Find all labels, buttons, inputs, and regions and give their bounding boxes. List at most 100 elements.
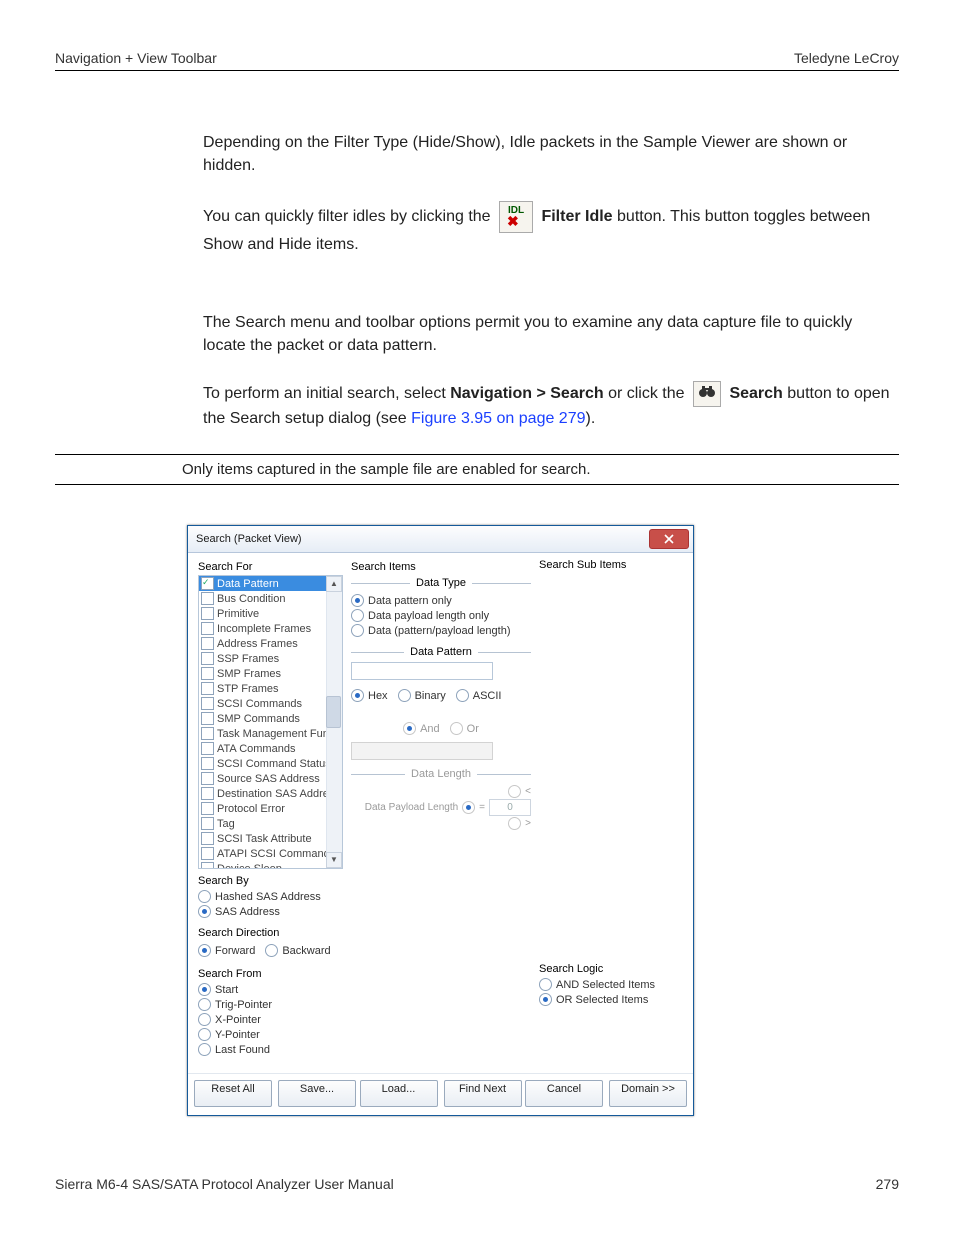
checkbox-icon[interactable]	[201, 622, 214, 635]
list-item-label: Tag	[217, 818, 235, 830]
paragraph-4: To perform an initial search, select Nav…	[203, 381, 899, 430]
search-items-column: Search Items Data Type Data pattern only…	[347, 557, 535, 1067]
checkbox-icon[interactable]	[201, 787, 214, 800]
list-item[interactable]: SSP Frames	[199, 651, 342, 666]
checkbox-icon[interactable]	[201, 652, 214, 665]
radio-from-last[interactable]: Last Found	[198, 1042, 343, 1057]
data-type-legend: Data Type	[410, 577, 472, 589]
radio-eq: =	[462, 800, 485, 815]
checkbox-icon[interactable]	[201, 667, 214, 680]
checkbox-icon[interactable]	[201, 607, 214, 620]
search-for-label: Search For	[198, 561, 343, 573]
list-item[interactable]: STP Frames	[199, 681, 342, 696]
reset-all-button[interactable]: Reset All	[194, 1080, 272, 1107]
list-item[interactable]: SCSI Commands	[199, 696, 342, 711]
checkbox-icon[interactable]	[201, 637, 214, 650]
list-item-label: Incomplete Frames	[217, 623, 311, 635]
list-item[interactable]: Source SAS Address	[199, 771, 342, 786]
checkbox-icon[interactable]	[201, 817, 214, 830]
pattern-input[interactable]	[351, 662, 493, 680]
list-item[interactable]: ATAPI SCSI Command	[199, 846, 342, 861]
scroll-down-icon[interactable]: ▼	[326, 852, 342, 868]
list-item[interactable]: Protocol Error	[199, 801, 342, 816]
dialog-titlebar[interactable]: Search (Packet View)	[188, 526, 693, 553]
list-item[interactable]: Task Management Func	[199, 726, 342, 741]
radio-data-pattern-only[interactable]: Data pattern only	[351, 593, 531, 608]
checkbox-icon[interactable]	[201, 757, 214, 770]
radio-hashed-sas[interactable]: Hashed SAS Address	[198, 889, 343, 904]
load-button[interactable]: Load...	[360, 1080, 438, 1107]
page-header: Navigation + View Toolbar Teledyne LeCro…	[55, 50, 899, 71]
note-separator: Only items captured in the sample file a…	[55, 454, 899, 485]
list-item[interactable]: SCSI Task Attribute	[199, 831, 342, 846]
body-text: Depending on the Filter Type (Hide/Show)…	[203, 131, 899, 430]
checkbox-icon[interactable]	[201, 592, 214, 605]
list-item[interactable]: ATA Commands	[199, 741, 342, 756]
radio-forward[interactable]: Forward	[198, 943, 255, 958]
checkbox-icon[interactable]	[201, 772, 214, 785]
checkbox-icon[interactable]	[201, 847, 214, 860]
radio-from-y[interactable]: Y-Pointer	[198, 1027, 343, 1042]
list-item-label: Primitive	[217, 608, 259, 620]
radio-from-trig[interactable]: Trig-Pointer	[198, 997, 343, 1012]
radio-pattern-payload[interactable]: Data (pattern/payload length)	[351, 623, 531, 638]
scrollbar-thumb[interactable]	[326, 696, 341, 728]
scroll-up-icon[interactable]: ▲	[326, 576, 342, 592]
radio-or: Or	[450, 721, 479, 736]
search-for-listbox[interactable]: Data PatternBus Condition Primitive Incomp…	[198, 575, 343, 869]
dialog-title: Search (Packet View)	[196, 533, 302, 545]
radio-payload-length-only[interactable]: Data payload length only	[351, 608, 531, 623]
list-item-label: Destination SAS Address	[217, 788, 340, 800]
radio-ascii[interactable]: ASCII	[456, 688, 502, 703]
radio-gt: >	[508, 816, 531, 831]
figure-link[interactable]: Figure 3.95 on page 279	[411, 410, 585, 427]
checkbox-icon[interactable]	[201, 862, 214, 869]
radio-sas-address[interactable]: SAS Address	[198, 904, 343, 919]
radio-hex[interactable]: Hex	[351, 688, 388, 703]
radio-from-start[interactable]: Start	[198, 982, 343, 997]
find-next-button[interactable]: Find Next	[444, 1080, 522, 1107]
checkbox-icon[interactable]	[201, 727, 214, 740]
page-footer: Sierra M6-4 SAS/SATA Protocol Analyzer U…	[55, 1176, 899, 1192]
list-item-label: Data Pattern	[217, 578, 279, 590]
cancel-button[interactable]: Cancel	[525, 1080, 603, 1107]
list-item[interactable]: Address Frames	[199, 636, 342, 651]
list-item[interactable]: SMP Frames	[199, 666, 342, 681]
search-logic-label: Search Logic	[539, 963, 683, 975]
list-item-label: SCSI Task Attribute	[217, 833, 312, 845]
list-item[interactable]: Destination SAS Address	[199, 786, 342, 801]
list-item[interactable]: Data Pattern	[199, 576, 342, 591]
list-item[interactable]: SMP Commands	[199, 711, 342, 726]
radio-and-selected[interactable]: AND Selected Items	[539, 977, 683, 992]
list-item[interactable]: Bus Condition	[199, 591, 342, 606]
search-for-column: Search For Data PatternBus Condition Prim…	[194, 557, 347, 1067]
search-sub-items-column: Search Sub Items Search Logic AND Select…	[535, 557, 687, 1067]
search-by-label: Search By	[198, 875, 343, 887]
filter-idle-icon[interactable]: IDL✖	[499, 201, 533, 233]
binoculars-icon[interactable]	[693, 381, 721, 407]
footer-page: 279	[876, 1176, 899, 1192]
radio-binary[interactable]: Binary	[398, 688, 446, 703]
domain-button[interactable]: Domain >>	[609, 1080, 687, 1107]
list-item-label: Address Frames	[217, 638, 298, 650]
radio-or-selected[interactable]: OR Selected Items	[539, 992, 683, 1007]
close-icon[interactable]	[649, 529, 689, 549]
list-item-label: Task Management Func	[217, 728, 334, 740]
list-item-label: ATAPI SCSI Command	[217, 848, 330, 860]
radio-from-x[interactable]: X-Pointer	[198, 1012, 343, 1027]
checkbox-icon[interactable]	[201, 697, 214, 710]
list-item[interactable]: Tag	[199, 816, 342, 831]
list-item[interactable]: Incomplete Frames	[199, 621, 342, 636]
checkbox-icon[interactable]	[201, 577, 214, 590]
radio-backward[interactable]: Backward	[265, 943, 330, 958]
checkbox-icon[interactable]	[201, 712, 214, 725]
list-item[interactable]: SCSI Command Status	[199, 756, 342, 771]
list-item[interactable]: Primitive	[199, 606, 342, 621]
checkbox-icon[interactable]	[201, 682, 214, 695]
checkbox-icon[interactable]	[201, 832, 214, 845]
list-item[interactable]: Device Sleep	[199, 861, 342, 869]
save-button[interactable]: Save...	[278, 1080, 356, 1107]
list-item-label: SCSI Commands	[217, 698, 302, 710]
checkbox-icon[interactable]	[201, 742, 214, 755]
checkbox-icon[interactable]	[201, 802, 214, 815]
